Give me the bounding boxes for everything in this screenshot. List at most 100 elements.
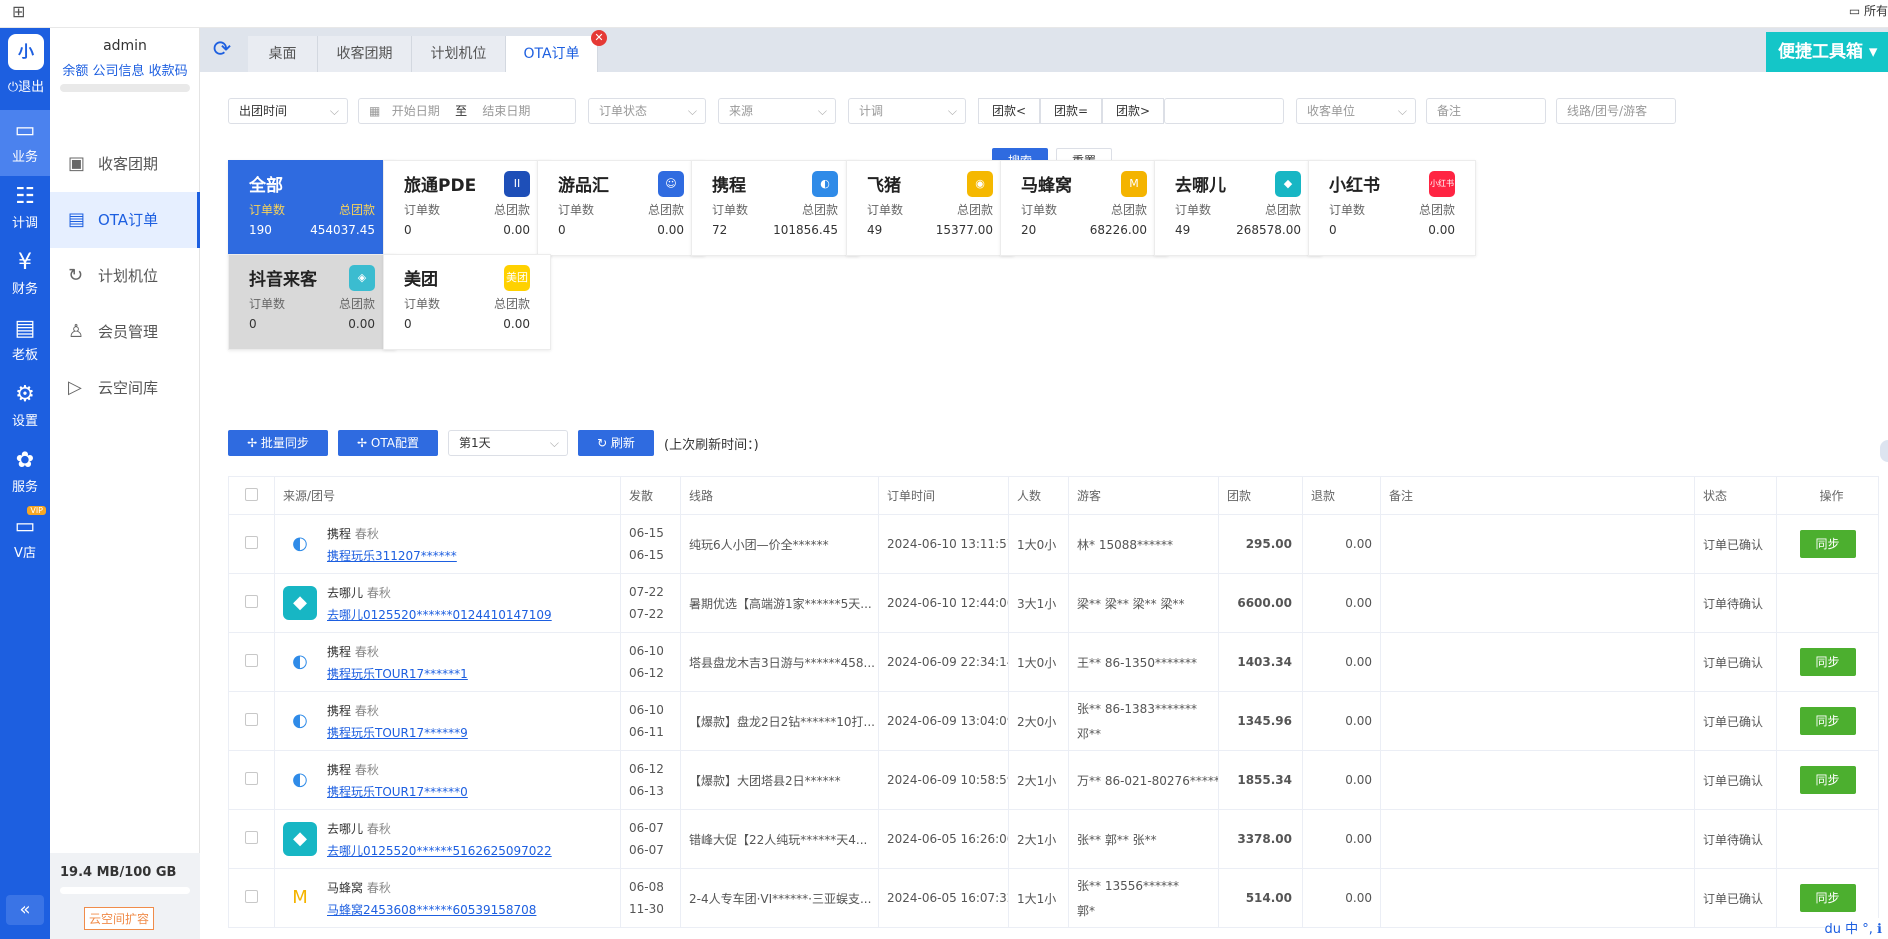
range-separator: 至: [455, 104, 468, 118]
platform-card[interactable]: 旅通PDE II 订单数 总团款 0 0.00: [383, 160, 551, 256]
sidebar-item-seats[interactable]: ↻ 计划机位: [50, 248, 200, 304]
row-checkbox-cell[interactable]: [228, 868, 275, 928]
platform-card[interactable]: 抖音来客 ◈ 订单数 总团款 0 0.00: [228, 254, 396, 350]
close-icon[interactable]: ✕: [591, 30, 607, 46]
order-status-select[interactable]: 订单状态 ⌵: [588, 98, 706, 124]
batch-sync-button[interactable]: ✢ 批量同步: [228, 430, 328, 456]
select-all-checkbox-cell[interactable]: [228, 476, 275, 515]
order-code-link[interactable]: 去哪儿0125520******0124410147109: [327, 606, 620, 623]
table-row[interactable]: M 马蜂窝 春秋 马蜂窝2453608******60539158708 06-08 1…: [228, 868, 1879, 928]
checkbox[interactable]: [245, 654, 258, 667]
day-select[interactable]: 第1天 ⌵: [448, 430, 568, 456]
folder-button[interactable]: ▭ 所有: [1849, 2, 1888, 19]
platform-card[interactable]: 携程 ◐ 订单数 总团款 72 101856.45: [691, 160, 859, 256]
platform-card[interactable]: 游品汇 ☺ 订单数 总团款 0 0.00: [537, 160, 705, 256]
table-row[interactable]: ◐ 携程 春秋 携程玩乐TOUR17******0 06-12 06-13 【爆款】大团塔…: [228, 750, 1879, 810]
rail-item-dispatch[interactable]: ☷ 计调: [0, 176, 50, 242]
checkbox[interactable]: [245, 595, 258, 608]
checkbox[interactable]: [245, 713, 258, 726]
row-checkbox-cell[interactable]: [228, 514, 275, 574]
checkbox[interactable]: [245, 890, 258, 903]
date-range-input[interactable]: ▦ 开始日期 至 结束日期: [358, 98, 576, 124]
source-name: 携程: [327, 762, 352, 777]
user-links[interactable]: 余额 公司信息 收款码: [50, 60, 200, 79]
table-row[interactable]: ◆ 去哪儿 春秋 去哪儿0125520******5162625097022 06-0…: [228, 809, 1879, 869]
rail-item-settings[interactable]: ⚙ 设置: [0, 374, 50, 440]
amount-equal-button[interactable]: 团款=: [1040, 98, 1102, 124]
amount-input[interactable]: [1164, 98, 1284, 124]
platform-card[interactable]: 马蜂窝 M 订单数 总团款 20 68226.00: [1000, 160, 1168, 256]
ime-toolbar[interactable]: du 中 °, ℹ: [1824, 918, 1882, 937]
sync-button[interactable]: 同步: [1799, 530, 1856, 558]
order-code-link[interactable]: 携程玩乐TOUR17******9: [327, 724, 620, 741]
sidebar-item-cloud[interactable]: ▷ 云空间库: [50, 360, 200, 416]
sidebar-item-tour-dates[interactable]: ▣ 收客团期: [50, 136, 200, 192]
platform-card[interactable]: 美团 美团 订单数 总团款 0 0.00: [383, 254, 551, 350]
depart-cell: 06-10 06-11: [620, 691, 681, 751]
platform-logo-icon: ◐: [283, 762, 317, 797]
remark-cell: [1380, 809, 1695, 869]
platform-card[interactable]: 全部 订单数 总团款 190 454037.45: [228, 160, 396, 256]
order-code-link[interactable]: 马蜂窝2453608******60539158708: [327, 901, 620, 918]
planner-select[interactable]: 计调 ⌵: [848, 98, 966, 124]
tab-tour-dates[interactable]: 收客团期: [318, 36, 412, 72]
refresh-icon[interactable]: ⟳: [208, 36, 236, 64]
refresh-button[interactable]: ↻ 刷新: [578, 430, 654, 456]
total-amount-value: 0.00: [348, 317, 375, 331]
side-handle[interactable]: [1880, 440, 1888, 462]
logout-button[interactable]: ⏻退出: [2, 76, 50, 95]
checkbox[interactable]: [245, 536, 258, 549]
row-checkbox-cell[interactable]: [228, 750, 275, 810]
tab-desktop[interactable]: 桌面: [248, 36, 318, 72]
table-row[interactable]: ◆ 去哪儿 春秋 去哪儿0125520******0124410147109 07-2…: [228, 573, 1879, 633]
tab-seats[interactable]: 计划机位: [412, 36, 506, 72]
order-code-link[interactable]: 携程玩乐TOUR17******0: [327, 783, 620, 800]
route-search-input[interactable]: 线路/团号/游客: [1556, 98, 1676, 124]
sync-button[interactable]: 同步: [1799, 884, 1856, 912]
row-checkbox-cell[interactable]: [228, 691, 275, 751]
grid-icon[interactable]: ⊞: [12, 2, 25, 21]
rail-item-finance[interactable]: ¥ 财务: [0, 242, 50, 308]
platform-card[interactable]: 小红书 小红书 订单数 总团款 0 0.00: [1308, 160, 1476, 256]
amount-less-button[interactable]: 团款<: [978, 98, 1040, 124]
rail-item-vstore[interactable]: VIP ▭ V店: [0, 506, 50, 572]
tab-ota-orders[interactable]: OTA订单 ✕: [506, 30, 607, 72]
column-header: 发散: [620, 476, 681, 515]
table-row[interactable]: ◐ 携程 春秋 携程玩乐311207****** 06-15 06-15 纯玩6人小团—价…: [228, 514, 1879, 574]
order-time-cell: 2024-06-05 16:26:00: [878, 809, 1009, 869]
table-row[interactable]: ◐ 携程 春秋 携程玩乐TOUR17******1 06-10 06-12 塔县盘龙木吉3…: [228, 632, 1879, 692]
depart-date: 06-08: [629, 880, 664, 894]
sync-button[interactable]: 同步: [1799, 766, 1856, 794]
ota-config-button[interactable]: ✢ OTA配置: [338, 430, 438, 456]
row-checkbox-cell[interactable]: [228, 632, 275, 692]
row-checkbox-cell[interactable]: [228, 809, 275, 869]
collapse-button[interactable]: «: [6, 895, 44, 925]
order-code-link[interactable]: 携程玩乐TOUR17******1: [327, 665, 620, 682]
source-select[interactable]: 来源 ⌵: [718, 98, 836, 124]
sidebar-item-ota-orders[interactable]: ▤ OTA订单: [50, 192, 200, 248]
sidebar-item-members[interactable]: ♙ 会员管理: [50, 304, 200, 360]
end-date-placeholder: 结束日期: [482, 104, 531, 118]
order-code-link[interactable]: 去哪儿0125520******5162625097022: [327, 842, 620, 859]
checkbox[interactable]: [245, 487, 258, 501]
platform-logo-icon: ◆: [283, 821, 317, 856]
amount-greater-button[interactable]: 团款>: [1102, 98, 1164, 124]
sync-button[interactable]: 同步: [1799, 707, 1856, 735]
expand-storage-button[interactable]: 云空间扩容: [84, 907, 155, 930]
platform-card[interactable]: 去哪儿 ◆ 订单数 总团款 49 268578.00: [1154, 160, 1322, 256]
row-checkbox-cell[interactable]: [228, 573, 275, 633]
order-count-value: 72: [712, 223, 728, 237]
customer-unit-select[interactable]: 收客单位 ⌵: [1296, 98, 1416, 124]
remark-input[interactable]: 备注: [1426, 98, 1546, 124]
checkbox[interactable]: [245, 772, 258, 785]
platform-card[interactable]: 飞猪 ◉ 订单数 总团款 49 15377.00: [846, 160, 1014, 256]
table-row[interactable]: ◐ 携程 春秋 携程玩乐TOUR17******9 06-10 06-11 【爆款】盘龙2…: [228, 691, 1879, 751]
rail-item-business[interactable]: ▭ 业务: [0, 110, 50, 176]
depart-time-select[interactable]: 出团时间 ⌵: [228, 98, 348, 124]
sync-button[interactable]: 同步: [1799, 648, 1856, 676]
toolbox-button[interactable]: 便捷工具箱 ▾: [1766, 32, 1888, 72]
order-code-link[interactable]: 携程玩乐311207******: [327, 547, 620, 564]
checkbox[interactable]: [245, 831, 258, 844]
rail-item-service[interactable]: ✿ 服务: [0, 440, 50, 506]
rail-item-boss[interactable]: ▤ 老板: [0, 308, 50, 374]
